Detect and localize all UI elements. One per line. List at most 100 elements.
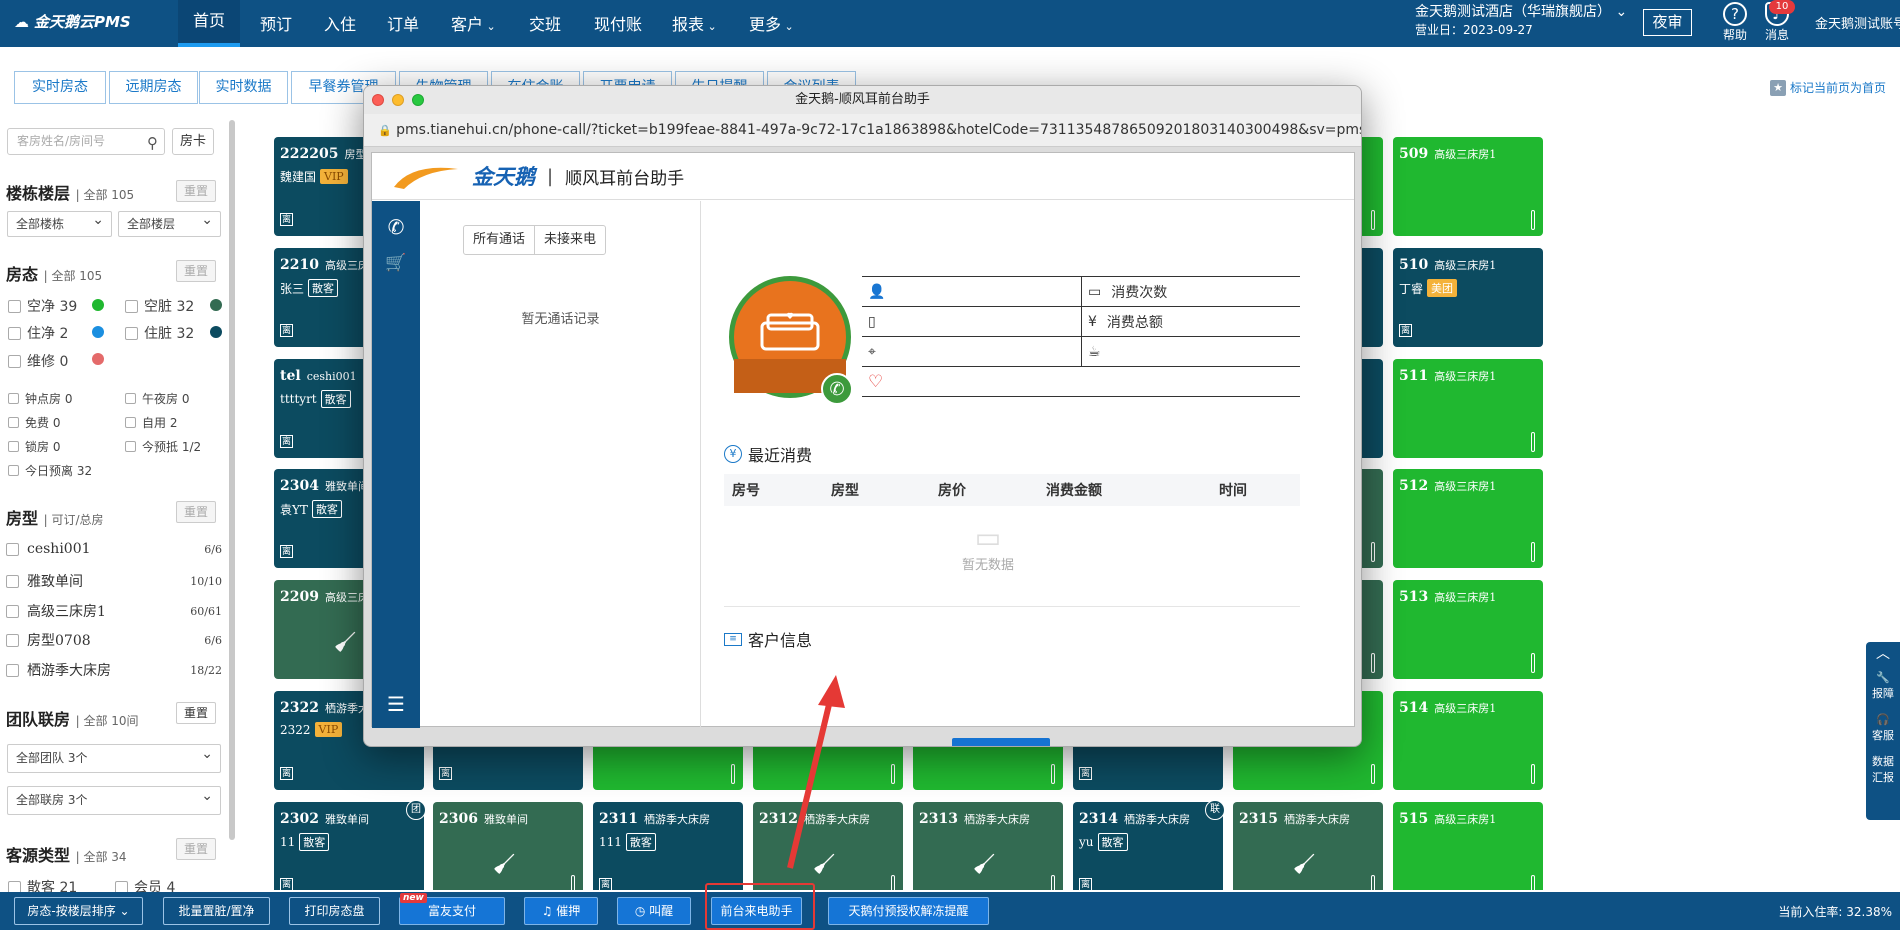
checkbox[interactable] [6, 663, 19, 677]
checkbox[interactable] [125, 393, 136, 404]
roomtype-item[interactable]: 栖游季大床房 18/22 [6, 660, 222, 680]
quick-book-button[interactable]: 快速预订 [952, 738, 1050, 746]
tab-realtime-data[interactable]: 实时数据 [199, 71, 288, 104]
nav-reports[interactable]: 报表 ⌄ [672, 11, 717, 35]
nav-customers[interactable]: 客户 ⌄ [451, 11, 496, 35]
checkbox[interactable] [8, 417, 19, 428]
checkbox[interactable] [8, 393, 19, 404]
status-vacant-clean[interactable]: 空净 39 [8, 296, 77, 316]
filter-departure[interactable]: 今日预离 32 [8, 462, 92, 479]
source-reset-button[interactable]: 重置 [176, 838, 216, 860]
checkbox[interactable] [125, 326, 138, 340]
roomtype-reset-button[interactable]: 重置 [176, 501, 216, 523]
print-status-button[interactable]: 打印房态盘 [289, 897, 380, 925]
room-tile-510[interactable]: 510 高级三床房1 丁睿 美团离 [1393, 248, 1543, 347]
sort-select[interactable]: 房态-按楼层排序 ⌄ [14, 897, 143, 925]
status-bar [1531, 875, 1535, 890]
room-tile-511[interactable]: 511 高级三床房1 [1393, 359, 1543, 458]
minimize-window-icon[interactable] [392, 94, 404, 106]
nav-orders[interactable]: 订单 [387, 11, 419, 35]
maximize-window-icon[interactable] [412, 94, 424, 106]
preauth-unfreeze-button[interactable]: 天鹅付预授权解冻提醒 [828, 897, 989, 925]
nav-booking[interactable]: 预订 [260, 11, 292, 35]
room-tile-2312[interactable]: 2312 栖游季大床房 🧹 [753, 802, 903, 890]
roomtype-item[interactable]: ceshi001 6/6 [6, 541, 222, 557]
team-reset-button[interactable]: 重置 [176, 702, 216, 724]
room-tile-2306[interactable]: 2306 雅致单间 🧹 [433, 802, 583, 890]
cart-icon[interactable]: 🛒 [372, 253, 420, 273]
checkbox[interactable] [6, 604, 19, 618]
menu-icon[interactable]: ☰ [372, 692, 420, 716]
room-tile-515[interactable]: 515 高级三床房1 [1393, 802, 1543, 890]
building-reset-button[interactable]: 重置 [176, 180, 216, 202]
room-tile-514[interactable]: 514 高级三床房1 [1393, 691, 1543, 790]
roomtype-item[interactable]: 房型0708 6/6 [6, 630, 222, 650]
filter-hourly[interactable]: 钟点房 0 [8, 390, 72, 407]
phone-icon[interactable]: ✆ [372, 215, 420, 239]
room-tile-2302[interactable]: 2302 雅致单间 11 散客离 团 [274, 800, 426, 890]
search-input[interactable]: 客房姓名/房间号 ⚲ [7, 128, 165, 155]
nav-home[interactable]: 首页 [178, 0, 240, 47]
checkbox[interactable] [8, 326, 21, 340]
checkbox[interactable] [6, 574, 19, 588]
checkbox[interactable] [125, 299, 138, 313]
address-bar[interactable]: 🔒 pms.tianehui.cn/phone-call/?ticket=b19… [364, 114, 1361, 147]
nav-handover[interactable]: 交班 [529, 11, 561, 35]
roomtype-item[interactable]: 雅致单间 10/10 [6, 571, 222, 591]
room-tile-2314[interactable]: 2314 栖游季大床房 yu 散客离 联 [1073, 800, 1225, 890]
status-occupied-dirty[interactable]: 住脏 32 [125, 323, 194, 343]
checkbox[interactable] [8, 465, 19, 476]
checkbox[interactable] [8, 299, 21, 313]
status-vacant-dirty[interactable]: 空脏 32 [125, 296, 194, 316]
room-tile-2313[interactable]: 2313 栖游季大床房 🧹 [913, 802, 1063, 890]
checkbox[interactable] [8, 354, 21, 368]
customer-service-button[interactable]: 🎧 客服 [1866, 712, 1900, 744]
room-tile-509[interactable]: 509 高级三床房1 [1393, 137, 1543, 236]
nav-more[interactable]: 更多 ⌄ [749, 11, 794, 35]
urge-deposit-button[interactable]: ♫ 催押 [524, 897, 598, 925]
wake-up-button[interactable]: ◷ 叫醒 [617, 897, 691, 925]
mark-home-link[interactable]: ★ 标记当前页为首页 [1770, 79, 1886, 96]
room-tile-513[interactable]: 513 高级三床房1 [1393, 580, 1543, 679]
close-window-icon[interactable] [372, 94, 384, 106]
nav-checkin[interactable]: 入住 [324, 11, 356, 35]
hotel-selector[interactable]: 金天鹅测试酒店（华瑞旗舰店） ⌄ 营业日：2023-09-27 [1415, 3, 1627, 39]
report-fault-button[interactable]: 🔧 报障 [1866, 670, 1900, 702]
floor-select[interactable]: 全部楼层 [118, 208, 221, 237]
tab-all-calls[interactable]: 所有通话 [463, 225, 535, 255]
filter-selfuse[interactable]: 自用 2 [125, 414, 177, 431]
status-occupied-clean[interactable]: 住净 2 [8, 323, 68, 343]
room-card-button[interactable]: 房卡 [172, 128, 214, 155]
filter-free[interactable]: 免费 0 [8, 414, 60, 431]
search-icon[interactable]: ⚲ [147, 131, 158, 156]
building-select[interactable]: 全部楼栋 [7, 208, 112, 237]
roomtype-item[interactable]: 高级三床房1 60/61 [6, 601, 222, 621]
nav-cash-account[interactable]: 现付账 [594, 11, 642, 35]
sidebar-scrollbar[interactable] [229, 120, 235, 840]
filter-locked[interactable]: 锁房 0 [8, 438, 60, 455]
team-select[interactable]: 全部团队 3个 [7, 741, 221, 773]
room-tile-2315[interactable]: 2315 栖游季大床房 🧹 [1233, 802, 1383, 890]
checkbox[interactable] [125, 441, 136, 452]
account-name[interactable]: 金天鹅测试账号 [1815, 13, 1900, 32]
batch-clean-button[interactable]: 批量置脏/置净 [163, 897, 270, 925]
link-room-select[interactable]: 全部联房 3个 [7, 783, 221, 815]
app-logo[interactable]: ☁ 金天鹅云PMS [14, 11, 131, 32]
room-tile-2311[interactable]: 2311 栖游季大床房 111 散客离 [593, 802, 743, 890]
data-report-button[interactable]: 数据汇报 [1866, 754, 1900, 786]
checkbox[interactable] [8, 441, 19, 452]
checkbox[interactable] [6, 542, 19, 556]
checkbox[interactable] [6, 633, 19, 647]
filter-arrival[interactable]: 今预抵 1/2 [125, 438, 201, 455]
help-button[interactable]: ? 帮助 [1719, 2, 1751, 43]
tab-realtime-status[interactable]: 实时房态 [14, 71, 106, 104]
room-tile-512[interactable]: 512 高级三床房1 [1393, 469, 1543, 568]
tab-missed-calls[interactable]: 未接来电 [534, 225, 606, 255]
checkbox[interactable] [125, 417, 136, 428]
tab-future-status[interactable]: 远期房态 [109, 71, 198, 104]
night-audit-button[interactable]: 夜审 [1643, 9, 1692, 36]
chevron-up-icon[interactable]: ︿ [1866, 646, 1900, 662]
status-maintenance[interactable]: 维修 0 [8, 351, 68, 371]
filter-midnight[interactable]: 午夜房 0 [125, 390, 189, 407]
status-reset-button[interactable]: 重置 [176, 260, 216, 282]
